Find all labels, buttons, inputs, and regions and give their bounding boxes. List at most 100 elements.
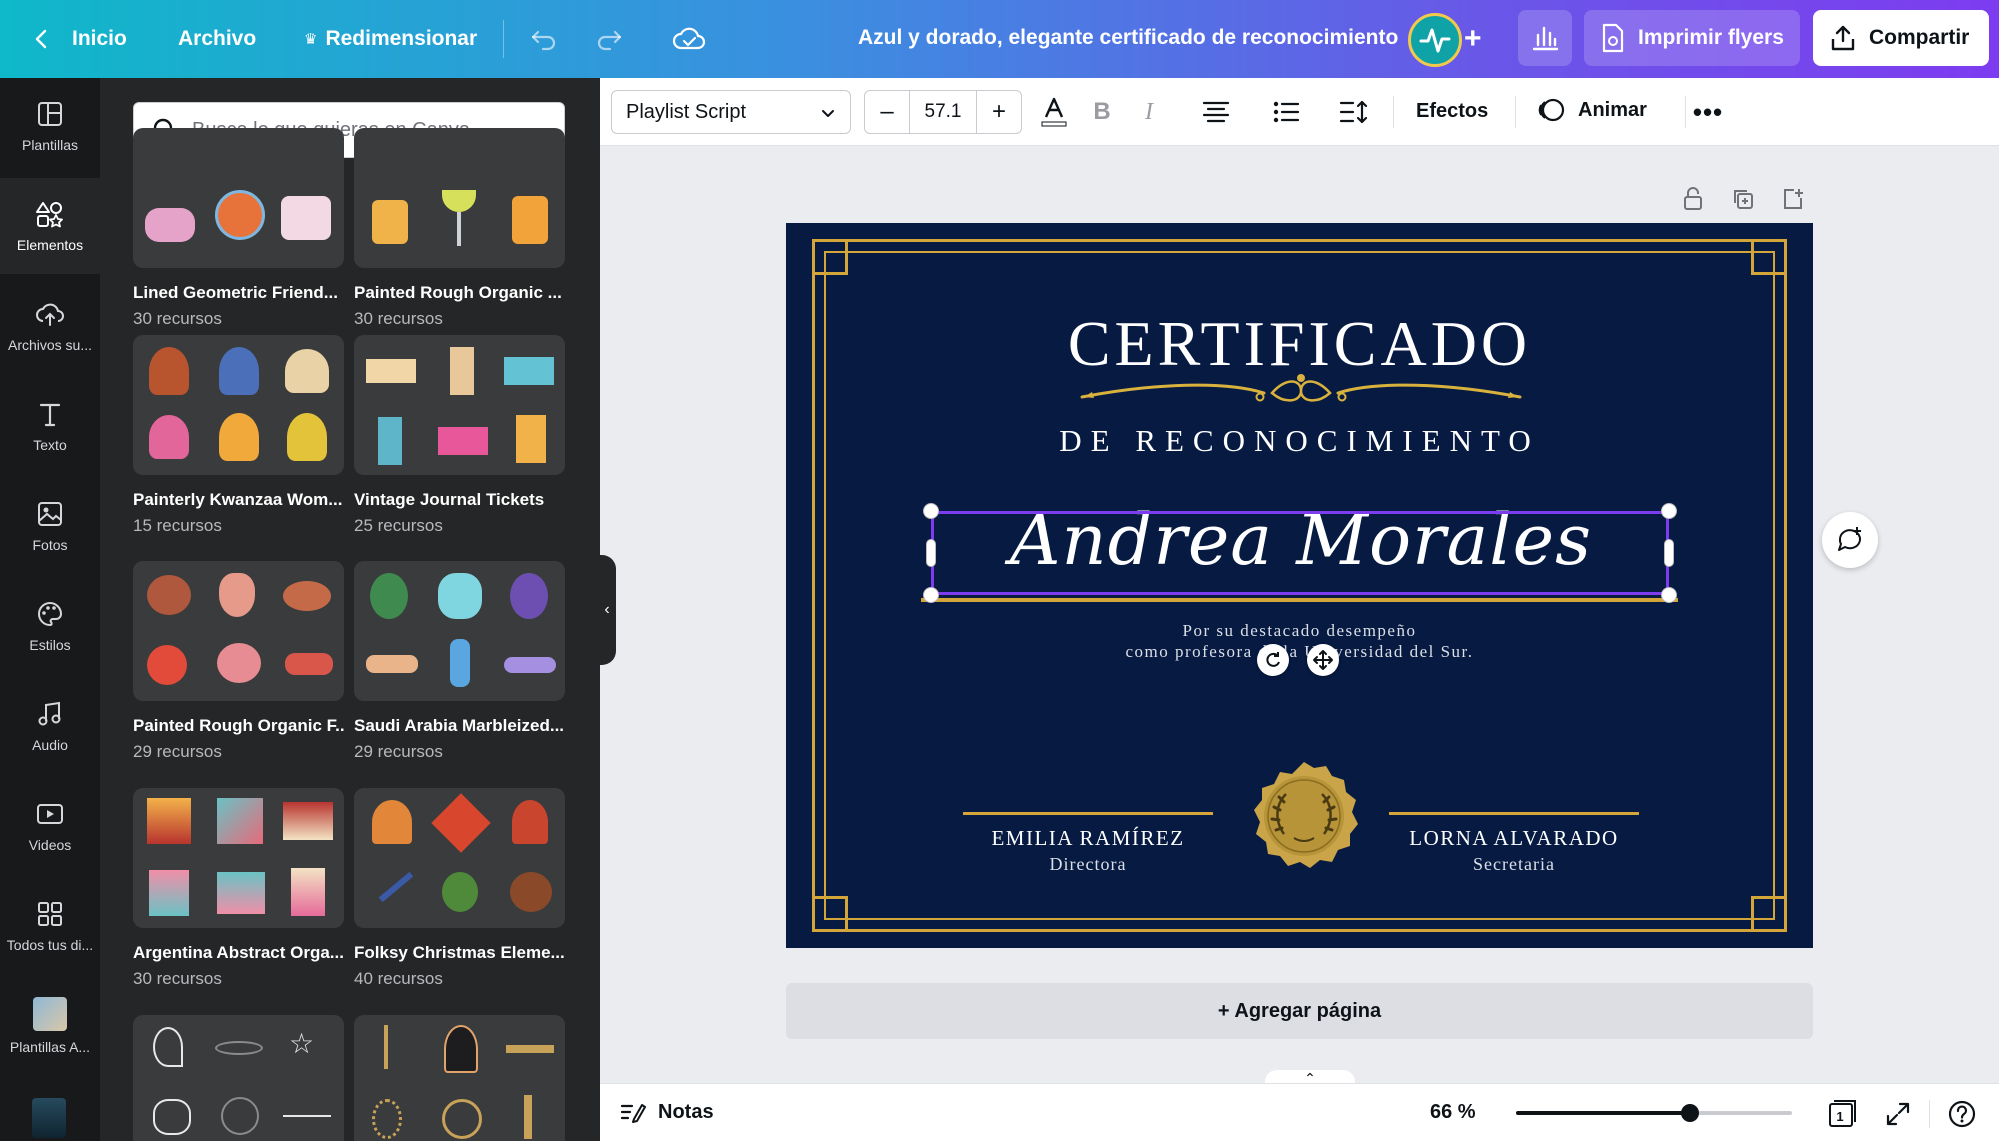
bullet-list-icon bbox=[1273, 101, 1300, 123]
decrease-font-size-button[interactable]: – bbox=[865, 91, 909, 133]
collection-card[interactable]: Saudi Arabia Marbleized... 29 recursos bbox=[354, 561, 565, 762]
resize-handle-right[interactable] bbox=[1664, 539, 1674, 567]
duplicate-page-button[interactable] bbox=[1728, 184, 1758, 214]
spacing-button[interactable] bbox=[1336, 94, 1372, 130]
collection-card[interactable]: Painted Rough Organic ... 30 recursos bbox=[354, 128, 565, 329]
collection-card[interactable]: Painted Rough Organic F... 29 recursos bbox=[133, 561, 344, 762]
rail-item-videos[interactable]: Videos bbox=[0, 778, 100, 874]
print-flyers-button[interactable]: Imprimir flyers bbox=[1584, 10, 1800, 66]
resize-handle-top-left[interactable] bbox=[923, 503, 939, 519]
collection-thumbnail bbox=[354, 1015, 565, 1141]
effects-button[interactable]: Efectos bbox=[1416, 100, 1488, 123]
page-count: 1 bbox=[1836, 1108, 1844, 1124]
rail-item-template-app[interactable]: Plantillas A... bbox=[0, 978, 100, 1074]
gold-flourish-divider[interactable] bbox=[1076, 371, 1526, 411]
rail-item-audio[interactable]: Audio bbox=[0, 678, 100, 774]
insights-button[interactable] bbox=[1518, 10, 1572, 66]
layout-icon bbox=[38, 102, 62, 126]
list-button[interactable] bbox=[1268, 94, 1304, 130]
divider bbox=[1685, 96, 1686, 128]
rail-item-label: Texto bbox=[33, 437, 67, 453]
certificate-title[interactable]: CERTIFICADO bbox=[786, 307, 1813, 381]
increase-font-size-button[interactable]: + bbox=[977, 91, 1021, 133]
image-icon bbox=[38, 502, 62, 526]
avatar[interactable] bbox=[1408, 13, 1462, 67]
italic-button[interactable]: I bbox=[1131, 94, 1167, 130]
certificate-subtitle[interactable]: DE RECONOCIMIENTO bbox=[786, 423, 1813, 459]
add-comment-button[interactable] bbox=[1822, 512, 1878, 568]
certificate-body[interactable]: Por su destacado desempeño como profesor… bbox=[786, 620, 1813, 662]
page-count-button[interactable]: 1 bbox=[1826, 1098, 1858, 1130]
collection-count: 30 recursos bbox=[133, 969, 222, 988]
lock-page-button[interactable] bbox=[1678, 184, 1708, 214]
rail-item-text[interactable]: Texto bbox=[0, 378, 100, 474]
resize-button[interactable]: ♛ Redimensionar bbox=[300, 0, 481, 78]
collection-title: Saudi Arabia Marbleized... bbox=[354, 716, 565, 735]
share-label: Compartir bbox=[1869, 26, 1970, 49]
redo-button[interactable] bbox=[592, 22, 626, 56]
collection-card[interactable]: Argentina Abstract Orga... 30 recursos bbox=[133, 788, 344, 989]
undo-button[interactable] bbox=[527, 22, 561, 56]
collapse-panel-button[interactable]: ‹ bbox=[598, 555, 616, 665]
zoom-slider[interactable] bbox=[1516, 1104, 1792, 1122]
file-menu-label: Archivo bbox=[178, 27, 257, 50]
resize-handle-bottom-right[interactable] bbox=[1661, 587, 1677, 603]
collection-card[interactable]: Painterly Kwanzaa Wom... 15 recursos bbox=[133, 335, 344, 536]
collection-card[interactable]: Lined Geometric Friend... 30 recursos bbox=[133, 128, 344, 329]
collection-card[interactable]: ☆ bbox=[133, 1015, 344, 1141]
rail-item-elements[interactable]: Elementos bbox=[0, 178, 100, 274]
rail-item-label: Elementos bbox=[16, 237, 84, 253]
collection-card[interactable]: Folksy Christmas Eleme... 40 recursos bbox=[354, 788, 565, 989]
signer-right-role[interactable]: Secretaria bbox=[1364, 854, 1664, 875]
signer-right-name[interactable]: LORNA ALVARADO bbox=[1364, 826, 1664, 851]
fullscreen-button[interactable] bbox=[1882, 1098, 1914, 1130]
collection-card[interactable]: Vintage Journal Tickets 25 recursos bbox=[354, 335, 565, 536]
notes-label: Notas bbox=[658, 1100, 714, 1123]
add-page-button[interactable]: + Agregar página bbox=[786, 983, 1813, 1039]
resize-handle-left[interactable] bbox=[926, 539, 936, 567]
font-size-input[interactable]: 57.1 bbox=[909, 91, 977, 133]
corner-ornament bbox=[1751, 896, 1787, 932]
zoom-slider-knob[interactable] bbox=[1680, 1104, 1699, 1122]
gold-seal-icon[interactable] bbox=[1244, 760, 1364, 876]
bold-icon: B bbox=[1093, 98, 1111, 125]
animate-button[interactable]: Animar bbox=[1536, 95, 1647, 125]
line-spacing-icon bbox=[1339, 100, 1368, 124]
resize-handle-top-right[interactable] bbox=[1661, 503, 1677, 519]
font-selector[interactable]: Playlist Script bbox=[611, 90, 851, 134]
app-thumbnail[interactable] bbox=[32, 1098, 66, 1138]
document-title[interactable]: Azul y dorado, elegante certificado de r… bbox=[858, 26, 1398, 50]
notes-button[interactable]: Notas bbox=[620, 1100, 714, 1124]
rotate-button[interactable] bbox=[1257, 644, 1289, 676]
move-button[interactable] bbox=[1307, 644, 1339, 676]
rail-item-templates[interactable]: Plantillas bbox=[0, 78, 100, 174]
share-button[interactable]: Compartir bbox=[1813, 10, 1989, 66]
zoom-level[interactable]: 66 % bbox=[1430, 1101, 1476, 1124]
certificate-page[interactable]: CERTIFICADO DE RECONOCIMIENTO Andrea Mor… bbox=[786, 223, 1813, 948]
more-horizontal-icon: ••• bbox=[1692, 96, 1724, 127]
font-size-stepper: – 57.1 + bbox=[864, 90, 1022, 134]
more-options-button[interactable]: ••• bbox=[1690, 94, 1726, 130]
collection-thumbnail bbox=[133, 335, 344, 475]
share-upload-icon bbox=[1831, 25, 1855, 51]
resize-handle-bottom-left[interactable] bbox=[923, 587, 939, 603]
help-button[interactable] bbox=[1946, 1098, 1978, 1130]
rail-item-photos[interactable]: Fotos bbox=[0, 478, 100, 574]
file-menu-button[interactable]: Archivo bbox=[174, 0, 260, 78]
text-color-button[interactable] bbox=[1036, 94, 1072, 130]
rail-item-all-designs[interactable]: Todos tus di... bbox=[0, 878, 100, 974]
add-collaborator-button[interactable]: + bbox=[1464, 22, 1482, 56]
cloud-save-button[interactable] bbox=[672, 22, 706, 56]
collection-card[interactable] bbox=[354, 1015, 565, 1141]
align-center-button[interactable] bbox=[1198, 94, 1234, 130]
elements-panel: Lined Geometric Friend... 30 recursos Pa… bbox=[100, 78, 600, 1141]
rail-item-uploads[interactable]: Archivos su... bbox=[0, 278, 100, 374]
rail-item-styles[interactable]: Estilos bbox=[0, 578, 100, 674]
bold-button[interactable]: B bbox=[1084, 94, 1120, 130]
signer-left-name[interactable]: EMILIA RAMÍREZ bbox=[938, 826, 1238, 851]
collection-title: Argentina Abstract Orga... bbox=[133, 943, 344, 962]
add-page-above-button[interactable] bbox=[1778, 184, 1808, 214]
home-button[interactable]: Inicio bbox=[26, 0, 131, 78]
signer-left-role[interactable]: Directora bbox=[938, 854, 1238, 875]
format-toolbar: Playlist Script – 57.1 + B I Efectos Ani… bbox=[600, 78, 1999, 146]
